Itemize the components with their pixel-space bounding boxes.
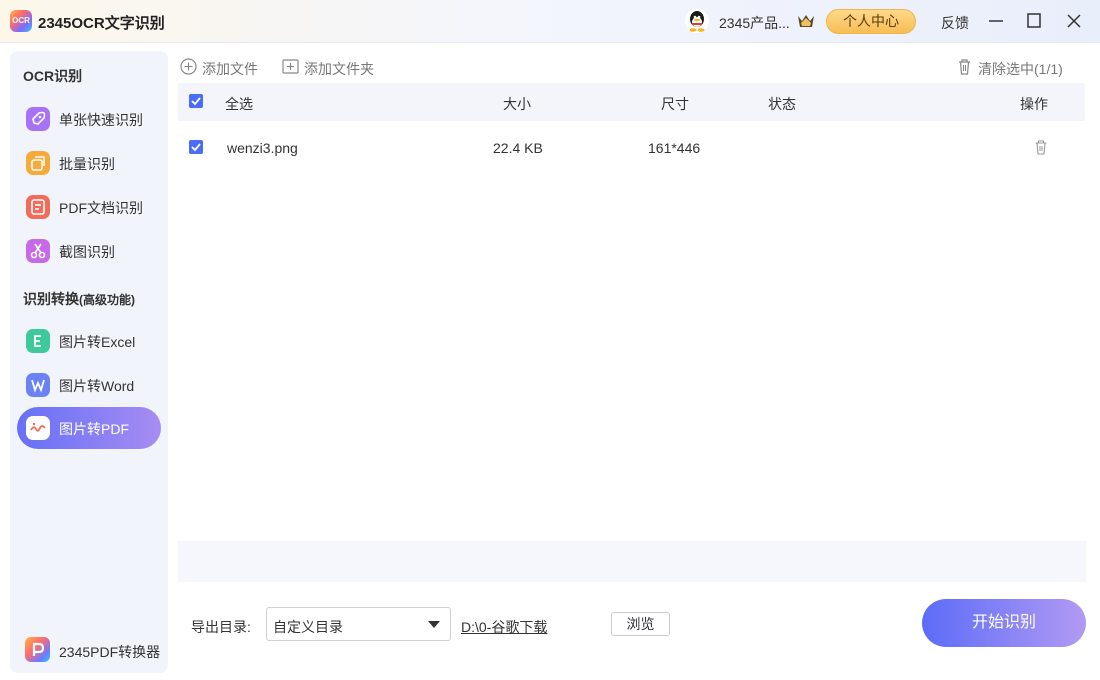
maximize-icon[interactable]	[1021, 8, 1047, 34]
sidebar-item-label: PDF文档识别	[59, 200, 143, 216]
header-dimensions: 尺寸	[661, 96, 689, 112]
table-row[interactable]: wenzi3.png 22.4 KB 161*446	[178, 128, 1085, 168]
header-action: 操作	[1020, 96, 1048, 112]
header-size: 大小	[503, 96, 531, 112]
file-size: 22.4 KB	[493, 140, 543, 156]
pdf-converter-icon	[25, 637, 50, 662]
minimize-icon[interactable]	[983, 8, 1009, 34]
scissors-icon	[26, 239, 50, 263]
sidebar-item-label: 图片转Excel	[59, 334, 136, 350]
title-bar: OCR 2345OCR文字识别 2345产品... 个人中心 反馈	[0, 0, 1100, 43]
rocket-icon	[26, 107, 50, 131]
sidebar-item-screenshot-ocr[interactable]: 截图识别	[17, 230, 161, 272]
add-folder-label: 添加文件夹	[304, 61, 374, 77]
sidebar-item-label: 图片转PDF	[59, 421, 129, 437]
trash-icon	[956, 58, 973, 75]
section-convert-label: 识别转换	[23, 291, 79, 307]
clear-selected-button[interactable]: 清除选中(1/1)	[956, 58, 1071, 77]
file-table-header: 全选 大小 尺寸 状态 操作	[178, 83, 1085, 121]
section-ocr-title: OCR识别	[23, 68, 83, 84]
sidebar-item-label: 截图识别	[59, 244, 115, 260]
app-title: 2345OCR文字识别	[38, 15, 165, 32]
sidebar-item-pdf-ocr[interactable]: PDF文档识别	[17, 186, 161, 228]
feedback-link[interactable]: 反馈	[941, 13, 969, 33]
start-recognition-button[interactable]: 开始识别	[922, 599, 1086, 647]
qq-avatar-icon[interactable]	[685, 9, 709, 33]
add-file-label: 添加文件	[202, 61, 258, 77]
add-circle-icon	[180, 58, 197, 75]
add-folder-button[interactable]: 添加文件夹	[282, 58, 392, 77]
export-path-link[interactable]: D:\0-谷歌下载	[461, 617, 547, 637]
section-convert-note: (高级功能)	[79, 293, 135, 307]
file-name: wenzi3.png	[227, 140, 298, 156]
header-status: 状态	[768, 96, 796, 112]
sidebar-item-label: 批量识别	[59, 156, 115, 172]
sidebar-item-batch-ocr[interactable]: 批量识别	[17, 142, 161, 184]
word-icon	[26, 373, 50, 397]
sidebar-item-image-to-excel[interactable]: 图片转Excel	[17, 320, 161, 362]
select-all-checkbox[interactable]	[189, 94, 203, 108]
clear-selected-label: 清除选中(1/1)	[978, 61, 1063, 77]
image-pdf-icon	[26, 416, 50, 440]
batch-icon	[26, 151, 50, 175]
close-icon[interactable]	[1061, 8, 1087, 34]
add-file-button[interactable]: 添加文件	[180, 58, 270, 77]
pdf-converter-link[interactable]: 2345PDF转换器	[25, 637, 165, 663]
delete-row-icon[interactable]	[1033, 139, 1049, 155]
header-select-all[interactable]: 全选	[225, 94, 253, 114]
sidebar-item-label: 图片转Word	[59, 378, 135, 394]
export-dir-value: 自定义目录	[273, 619, 343, 635]
app-logo-icon: OCR	[10, 10, 32, 32]
file-list-footer	[178, 541, 1086, 582]
excel-icon	[26, 329, 50, 353]
export-dir-select[interactable]: 自定义目录	[266, 607, 451, 641]
pdf-converter-label: 2345PDF转换器	[59, 644, 161, 660]
chevron-down-icon	[428, 621, 440, 628]
browse-button[interactable]: 浏览	[611, 612, 670, 636]
personal-center-button[interactable]: 个人中心	[826, 9, 916, 34]
add-folder-icon	[282, 58, 299, 75]
export-dir-label: 导出目录:	[191, 619, 251, 635]
sidebar-item-image-to-pdf[interactable]: 图片转PDF	[17, 407, 161, 449]
pdf-doc-icon	[26, 195, 50, 219]
username[interactable]: 2345产品...	[719, 13, 790, 33]
file-dimensions: 161*446	[648, 140, 701, 156]
sidebar-item-quick-ocr[interactable]: 单张快速识别	[17, 98, 161, 140]
sidebar-item-image-to-word[interactable]: 图片转Word	[17, 364, 161, 406]
sidebar-item-label: 单张快速识别	[59, 112, 143, 128]
row-checkbox[interactable]	[189, 140, 203, 154]
section-convert-title: 识别转换(高级功能)	[23, 289, 135, 309]
crown-icon	[796, 12, 816, 30]
